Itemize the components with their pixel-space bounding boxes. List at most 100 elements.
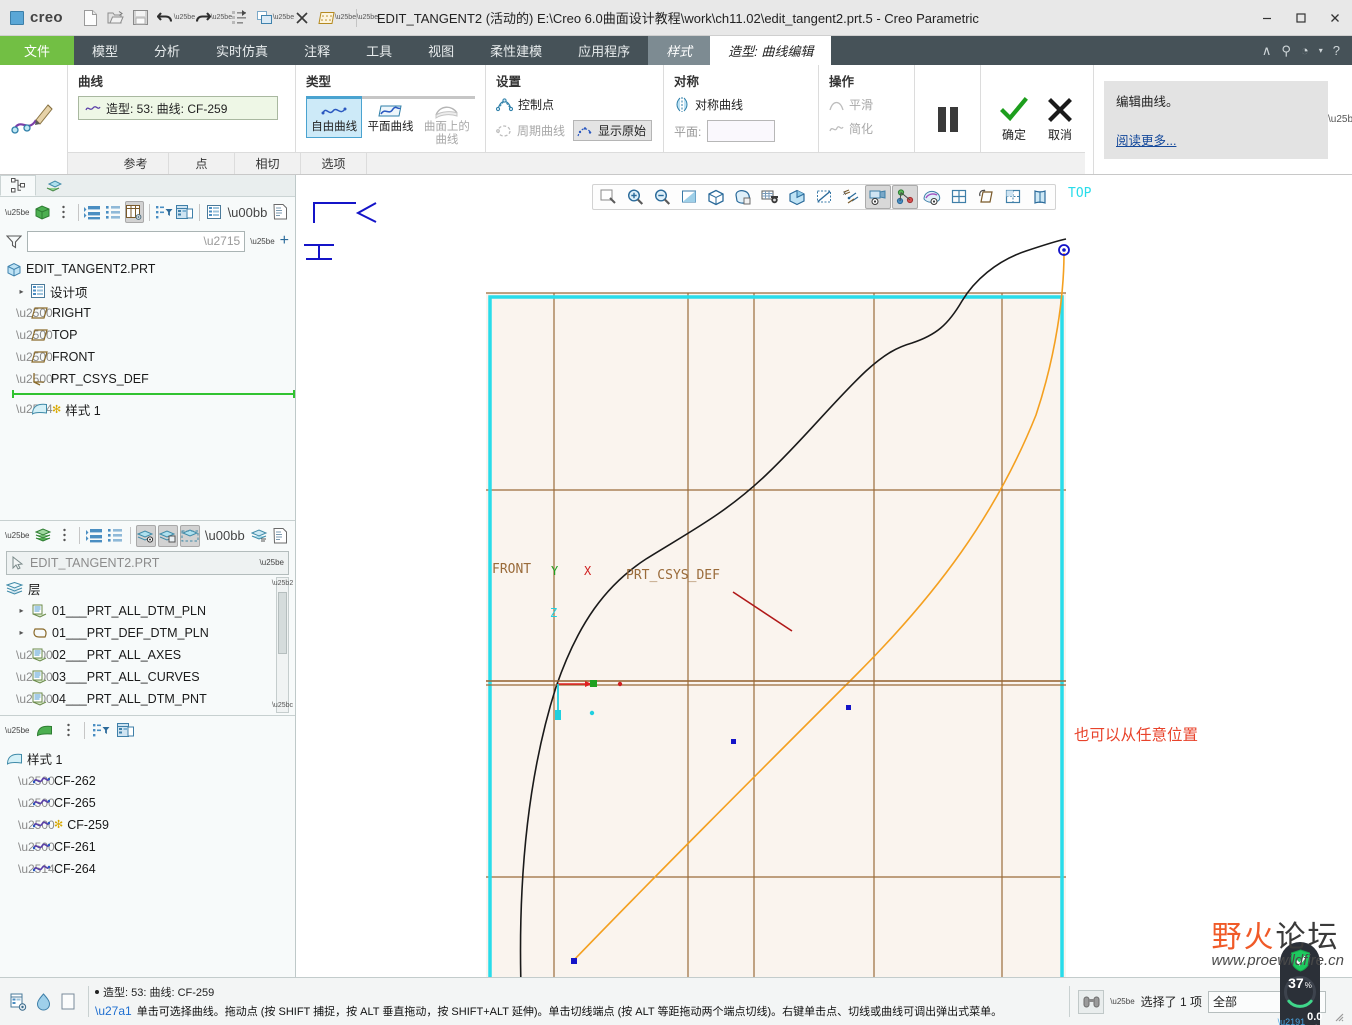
symmetric-curve-option[interactable]: 对称曲线 [674,96,808,113]
model-icon[interactable] [33,201,52,223]
expander-icon[interactable]: ▸ [16,606,27,615]
resize-grip-icon[interactable] [1332,1010,1344,1022]
model-tree-menu-icon[interactable] [54,201,73,223]
style-display-icon[interactable] [114,720,136,742]
display-style-dropdown-icon[interactable]: \u25be [335,7,356,29]
collapse-all-icon[interactable] [104,201,123,223]
ribbon-tab-model[interactable]: 模型 [74,36,136,65]
layer-root[interactable]: 层 [6,578,295,600]
window-dropdown-icon[interactable]: \u25be [273,7,294,29]
undo-dropdown-icon[interactable]: \u25be [174,7,195,29]
reorient-icon[interactable] [703,185,729,209]
save-icon[interactable] [129,6,153,30]
zoom-in-icon[interactable] [622,185,648,209]
style-menu-icon[interactable] [57,720,79,742]
blank-doc-icon[interactable] [57,991,79,1013]
tree-item-right[interactable]: \u2500 RIGHT [6,302,295,324]
layer-item-2[interactable]: \u2500 02___PRT_ALL_AXES [6,644,295,666]
appearance-toggle-icon[interactable] [32,991,54,1013]
refit-icon[interactable] [676,185,702,209]
layer-tree-tab[interactable] [36,175,72,196]
layer-item-4[interactable]: \u2500 04___PRT_ALL_DTM_PNT [6,688,295,710]
tree-item-part[interactable]: EDIT_TANGENT2.PRT [6,258,295,280]
datum-display-filters-icon[interactable]: x [838,185,864,209]
security-shield-icon[interactable] [1290,949,1311,972]
viewport-canvas[interactable]: TOP FRONT PRT_CSYS_DEF Y X Z [296,175,1352,977]
question-help-icon[interactable]: ? [1333,43,1340,58]
layer-menu-icon[interactable] [55,525,74,547]
style-item-4[interactable]: \u2514 CF-264 [6,858,295,880]
tree-properties-icon[interactable] [271,201,290,223]
clear-filter-icon[interactable]: \u2715 [203,234,240,248]
close-window-icon[interactable] [290,6,314,30]
ok-button[interactable]: 确定 [993,96,1035,143]
collapse-ribbon-icon[interactable]: ∧ [1262,43,1272,59]
tree-settings-icon[interactable] [205,201,224,223]
search-tool-icon[interactable] [1078,989,1105,1014]
search-icon[interactable]: ⚲ [1281,43,1291,59]
ribbon-tab-style[interactable]: 样式 [648,36,711,65]
type-button-free-curve[interactable]: 自由曲线 [306,96,363,139]
layer-info-icon[interactable] [271,525,290,547]
layer-selector-dropdown-icon[interactable]: \u25be [260,558,284,567]
layer-isolate-icon[interactable] [157,524,178,547]
subtab-reference[interactable]: 参考 [103,153,169,174]
curve-selection-field[interactable]: 造型: 53: 曲线: CF-259 [78,96,278,120]
zoom-out-icon[interactable] [649,185,675,209]
expander-icon[interactable]: ▸ [16,287,27,296]
search-dropdown-icon[interactable]: \u25be [1110,997,1134,1006]
layer-item-3[interactable]: \u2500 03___PRT_ALL_CURVES [6,666,295,688]
layer-select-icon[interactable] [179,524,200,547]
ribbon-tab-file[interactable]: 文件 [0,36,75,65]
new-file-icon[interactable] [79,6,103,30]
minimize-button[interactable] [1250,1,1284,35]
style-item-0[interactable]: \u2500 CF-262 [6,770,295,792]
layers-display-icon[interactable] [1000,185,1026,209]
style-item-2[interactable]: \u2500 ✻ CF-259 [6,814,295,836]
layer-dropdown-icon[interactable]: \u25be [5,531,29,540]
ribbon-tab-analysis[interactable]: 分析 [136,36,198,65]
cancel-button[interactable]: 取消 [1039,96,1081,143]
style-surface-icon[interactable] [33,720,55,742]
ribbon-tab-live-simulation[interactable]: 实时仿真 [198,36,286,65]
redo-dropdown-icon[interactable]: \u25be [211,7,232,29]
subtab-options[interactable]: 选项 [301,153,367,174]
tree-filter-icon[interactable] [155,201,174,223]
tree-display-icon[interactable] [175,201,194,223]
subtab-tangency[interactable]: 相切 [235,153,301,174]
show-original-option[interactable]: 显示原始 [573,120,653,141]
graphics-area[interactable]: TOP FRONT PRT_CSYS_DEF Y X Z x 也可以从任意位置 … [296,175,1352,1025]
help-read-more-link[interactable]: 阅读更多... [1116,130,1316,149]
tree-item-front[interactable]: \u2500 FRONT [6,346,295,368]
expander-icon[interactable]: ▸ [16,628,27,637]
style-root[interactable]: 样式 1 [6,748,295,770]
view-manager-icon[interactable] [757,185,783,209]
layer-visibility-icon[interactable] [135,524,156,547]
add-filter-icon[interactable]: + [280,233,289,249]
tree-item-top[interactable]: \u2500 TOP [6,324,295,346]
ribbon-tab-view[interactable]: 视图 [410,36,472,65]
style-item-3[interactable]: \u2500 CF-261 [6,836,295,858]
layers-icon[interactable] [33,525,52,547]
style-filter-icon[interactable] [90,720,112,742]
model-tree-filter-input[interactable]: \u2715 [27,230,246,252]
layer-expand-all-icon[interactable] [85,525,104,547]
open-file-icon[interactable] [104,6,128,30]
layer-collapse-all-icon[interactable] [106,525,125,547]
annotation-display-icon[interactable] [865,185,891,209]
system-monitor-widget[interactable]: 37% \u2191 0.0K/s \u2193 0.1K/s [1278,942,1322,1025]
appearance-gallery-icon[interactable] [919,185,945,209]
layer-model-selector[interactable]: EDIT_TANGENT2.PRT \u25be [6,550,289,575]
ribbon-tab-curve-edit[interactable]: 造型: 曲线编辑 [710,36,832,65]
style-item-1[interactable]: \u2500 CF-265 [6,792,295,814]
control-points-option[interactable]: 控制点 [496,96,653,113]
display-style-icon[interactable] [784,185,810,209]
layer-overflow-icon[interactable]: \u00bb [205,528,245,543]
tree-item-csys[interactable]: \u2500 PRT_CSYS_DEF [6,368,295,390]
zoom-to-fit-icon[interactable] [595,185,621,209]
scroll-down-icon[interactable]: \u25bc [272,700,293,712]
symmetry-plane-input[interactable] [707,120,776,142]
section-icon[interactable] [973,185,999,209]
qat-overflow-icon[interactable]: \u25be [357,7,378,29]
style-dropdown-icon[interactable]: \u25be [5,726,29,735]
